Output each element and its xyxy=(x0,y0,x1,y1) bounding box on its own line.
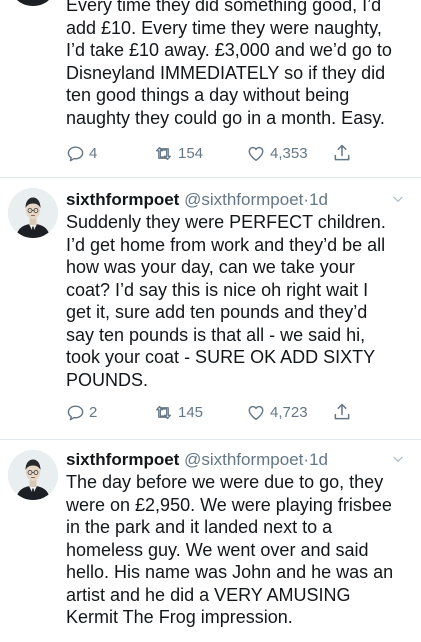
timestamp[interactable]: 1d xyxy=(309,450,328,469)
like-count: 4,723 xyxy=(270,403,308,421)
tweet-text-line: I’d get home from work and they’d be all xyxy=(66,234,386,255)
reply-icon xyxy=(66,144,85,163)
like-icon xyxy=(246,144,266,163)
share-icon xyxy=(332,143,352,163)
author-name[interactable]: sixthformpoet xyxy=(66,450,179,469)
share-button[interactable] xyxy=(332,401,352,423)
author-handle[interactable]: @sixthformpoet xyxy=(184,450,303,469)
like-count: 4,353 xyxy=(270,144,308,162)
tweet-card[interactable]: sixthformpoet @sixthformpoet·1d Suddenly… xyxy=(0,178,421,440)
tweet-text-line: Suddenly they were PERFECT children. xyxy=(66,212,386,232)
tweet-text-line: The day before we were due to go, they xyxy=(66,472,384,492)
tweet-card[interactable]: sixthformpoet @sixthformpoet·1d The day … xyxy=(0,440,421,642)
tweet-text-line: Disneyland IMMEDIATELY so if they did xyxy=(66,62,386,83)
timestamp[interactable]: 1d xyxy=(309,190,328,209)
tweet-text: Every time they did something good, I’d … xyxy=(66,0,416,129)
retweet-count: 154 xyxy=(178,144,204,162)
tweet-text: Suddenly they were PERFECT children. I’d… xyxy=(66,211,416,391)
avatar[interactable] xyxy=(8,0,58,6)
tweet-text-line: I’d take £10 away. £3,000 and we’d go to xyxy=(66,40,392,60)
tweet-text-line: get it, sure add ten pounds and they’d xyxy=(66,302,368,322)
reply-icon xyxy=(66,403,85,422)
tweet-text-line: took your coat - SURE OK ADD SIXTY xyxy=(66,347,376,367)
like-icon xyxy=(246,403,266,422)
retweet-icon xyxy=(153,403,174,422)
like-button[interactable]: 4,723 xyxy=(246,401,308,423)
tweet-text-line: hello. His name was John and he was an xyxy=(66,562,394,582)
tweet-text-line: ten good things a day without being xyxy=(66,85,350,105)
chevron-down-icon[interactable] xyxy=(391,192,405,206)
tweet-text: The day before we were due to go, they w… xyxy=(66,471,416,629)
tweet-text-line: artist and he did a VERY AMUSING xyxy=(66,584,351,605)
tweet-text-line: homeless guy. We went over and said xyxy=(66,539,369,560)
share-button[interactable] xyxy=(332,142,352,164)
share-icon xyxy=(332,402,352,422)
tweet-text-line: were on £2,950. We were playing frisbee xyxy=(66,494,392,515)
tweet-text-line: say ten pounds is that all - we said hi, xyxy=(66,324,366,345)
tweet-text-line: Kermit The Frog impression. xyxy=(66,607,293,627)
reply-button[interactable]: 4 xyxy=(66,142,97,164)
tweet-text-line: Every time they did something good, I’d xyxy=(66,0,382,15)
tweet-actions: 2 145 4,723 xyxy=(66,401,366,423)
reply-count: 2 xyxy=(89,403,98,421)
tweet-text-line: coat? I’d say this is nice oh right wait… xyxy=(66,279,369,300)
tweet-text-line: POUNDS. xyxy=(66,369,149,390)
tweet-actions: 4 154 4,353 xyxy=(66,142,366,164)
avatar[interactable] xyxy=(8,450,58,500)
tweet-text-line: how was your day, can we take your xyxy=(66,257,355,277)
tweet-card[interactable]: Every time they did something good, I’d … xyxy=(0,0,421,178)
reply-count: 4 xyxy=(89,144,98,162)
tweet-text-line: in the park and it landed next to a xyxy=(66,517,333,537)
tweet-header: sixthformpoet @sixthformpoet·1d xyxy=(66,190,411,212)
tweet-text-line: naughty they could go in a month. Easy. xyxy=(66,107,385,128)
retweet-button[interactable]: 154 xyxy=(153,142,203,164)
tweet-text-line: add £10. Every time they were naughty, xyxy=(66,17,382,38)
retweet-count: 145 xyxy=(178,403,204,421)
retweet-button[interactable]: 145 xyxy=(153,401,203,423)
author-handle[interactable]: @sixthformpoet xyxy=(184,190,303,209)
retweet-icon xyxy=(153,144,174,163)
reply-button[interactable]: 2 xyxy=(66,401,97,423)
like-button[interactable]: 4,353 xyxy=(246,142,308,164)
chevron-down-icon[interactable] xyxy=(391,452,405,466)
tweet-header: sixthformpoet @sixthformpoet·1d xyxy=(66,450,411,472)
avatar[interactable] xyxy=(8,188,58,238)
author-name[interactable]: sixthformpoet xyxy=(66,190,179,209)
